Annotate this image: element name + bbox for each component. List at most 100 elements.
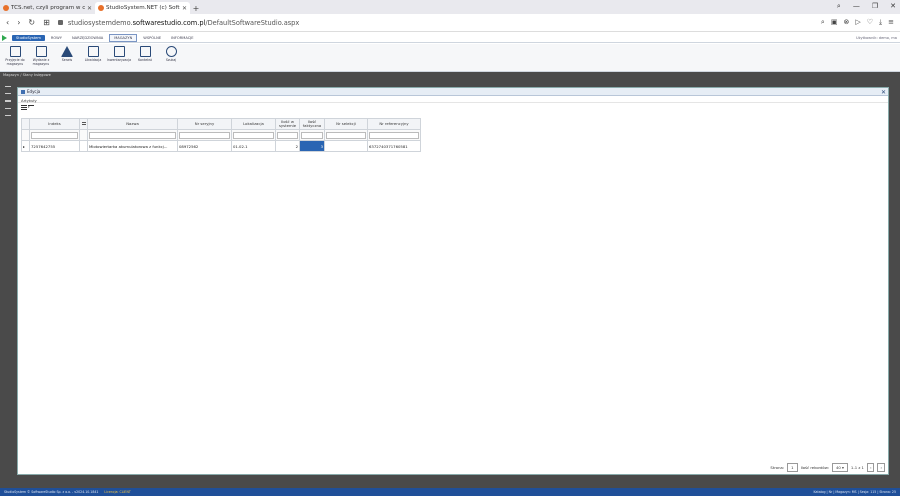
cell-name[interactable]: Mlotowiertarka akumulatorowa z funkcj... [87, 140, 178, 152]
cell-qty-actual[interactable]: 3 [299, 140, 325, 152]
column-header-qty-system[interactable]: Ilość w systemie [275, 118, 300, 130]
next-page-button[interactable]: › [877, 463, 885, 472]
cell-serial[interactable]: 08972562 [177, 140, 232, 152]
cell-index[interactable]: 7257642755 [29, 140, 80, 152]
back-icon[interactable]: ‹ [6, 18, 9, 27]
filter-cell [21, 129, 30, 141]
row-handle-header [21, 118, 30, 130]
page-input[interactable]: 1 [787, 463, 798, 472]
user-info: Użytkownik: demo, ma [855, 36, 897, 40]
modal-header: Edycja [18, 88, 888, 96]
filter-row [21, 129, 421, 141]
service-button[interactable]: Serwis [56, 46, 78, 69]
per-page-select[interactable]: 40 ▾ [831, 463, 848, 472]
column-header-reference[interactable]: Nr referencyjny [367, 118, 421, 130]
column-header-index[interactable]: Indeks [29, 118, 80, 130]
modal-title: Edycja [27, 89, 41, 94]
filter-name[interactable] [87, 129, 178, 141]
cell-qty-system[interactable]: 2 [275, 140, 300, 152]
browser-tab-tcs[interactable]: TCS.net, czyli program w c... ✕ [0, 2, 95, 14]
license-status: Licencja: CLIENT [104, 490, 131, 494]
tab-informacje[interactable]: INFORMACJE [167, 35, 197, 41]
url-path: /DefaultSoftwareStudio.aspx [205, 18, 300, 27]
prev-page-button[interactable]: ‹ [866, 463, 875, 472]
column-header-serial[interactable]: Nr seryjny [177, 118, 232, 130]
column-header-qty-actual[interactable]: Ilość faktyczna [299, 118, 325, 130]
liquidation-button[interactable]: Likwidacja [82, 46, 104, 69]
column-header-icon[interactable] [79, 118, 88, 130]
new-tab-button[interactable]: + [190, 2, 202, 14]
filter-index[interactable] [29, 129, 80, 141]
heart-icon[interactable]: ♡ [867, 18, 873, 27]
browser-tabbar: TCS.net, czyli program w c... ✕ StudioSy… [0, 0, 900, 14]
close-tab-icon[interactable]: ✕ [87, 5, 92, 12]
background-sidebar [0, 80, 16, 200]
send-icon[interactable]: ▷ [855, 18, 860, 27]
camera-icon[interactable]: ▣ [831, 18, 838, 27]
cell-icon [79, 140, 88, 152]
forward-icon[interactable]: › [17, 18, 20, 27]
delete-document-icon [87, 46, 99, 57]
favicon-icon [3, 5, 9, 11]
filter-qty-system[interactable] [275, 129, 300, 141]
column-header-selection[interactable]: Nr selekcji [324, 118, 368, 130]
status-bar: StudioSystem © SoftwareStudio Sp. z o.o.… [0, 488, 900, 496]
close-icon[interactable]: ✕ [881, 89, 886, 96]
url-prefix: studiosystemdemo. [67, 18, 133, 27]
search-icon[interactable]: ⌕ [821, 18, 825, 27]
close-tab-icon[interactable]: ✕ [182, 5, 187, 12]
reload-icon[interactable]: ↻ [28, 18, 35, 27]
filter-reference[interactable] [367, 129, 421, 141]
inventory-button[interactable]: Inwentaryzacja [107, 46, 131, 69]
close-window-icon[interactable]: ✕ [890, 2, 896, 11]
filter-serial[interactable] [177, 129, 232, 141]
grid-icon[interactable]: ⊞ [43, 18, 50, 27]
filter-selection[interactable] [324, 129, 368, 141]
table-row[interactable]: ▸ 7257642755 Mlotowiertarka akumulatorow… [21, 140, 421, 152]
shield-icon[interactable]: ⊗ [843, 18, 849, 27]
menu-icon[interactable]: ≡ [888, 18, 894, 27]
grid-menu-button[interactable]: ▾ [21, 105, 34, 111]
list-icon [81, 122, 86, 125]
filter-location[interactable] [231, 129, 276, 141]
tab-narzedziownia[interactable]: NARZĘDZIOWNIA [68, 35, 107, 41]
browser-tab-studiosystem[interactable]: StudioSystem.NET (c) Soft... ✕ [95, 2, 190, 14]
column-header-location[interactable]: Lokalizacja [231, 118, 276, 130]
filter-cell [79, 129, 88, 141]
cell-selection[interactable] [324, 140, 368, 152]
window-icon [21, 89, 25, 94]
tab-magazyn[interactable]: MAGAZYN [109, 33, 138, 42]
row-handle[interactable]: ▸ [21, 140, 30, 152]
issue-button[interactable]: Wydanie z magazynu [30, 46, 52, 69]
lock-icon [57, 20, 63, 25]
ribbon-toolbar: Przyjęcie do magazynu Wydanie z magazynu… [0, 44, 900, 72]
download-icon[interactable]: ⤓ [879, 18, 882, 27]
tab-wspolne[interactable]: WSPÓLNE [139, 35, 165, 41]
edit-modal: Edycja ✕ Artykuły ▾ Indeks Nazwa Nr sery… [17, 87, 889, 475]
tab-rowy[interactable]: ROWY [47, 35, 66, 41]
browser-toolbar: ⌕ ▣ ⊗ ▷ ♡ ⤓ ≡ [821, 18, 894, 27]
document-icon [35, 46, 47, 57]
cell-reference[interactable]: 6372740371760581 [367, 140, 421, 152]
url-host: softwarestudio.com.pl [132, 18, 206, 27]
restore-icon[interactable]: ❐ [872, 2, 878, 11]
context-button[interactable]: Kontekst [134, 46, 156, 69]
record-range: 1-1 z 1 [850, 465, 864, 470]
warning-icon [61, 46, 73, 57]
status-left: StudioSystem © SoftwareStudio Sp. z o.o.… [4, 490, 99, 494]
tab-studiosystem[interactable]: StudioSystem [12, 34, 45, 41]
cell-location[interactable]: 01.02.1 [231, 140, 276, 152]
play-icon[interactable] [2, 34, 7, 41]
search-icon[interactable]: ⌕ [837, 2, 841, 11]
breadcrumb: Magazyn / Stany księgowe [3, 73, 51, 77]
receive-button[interactable]: Przyjęcie do magazynu [4, 46, 26, 69]
minimize-icon[interactable]: — [853, 2, 860, 11]
tab-title: StudioSystem.NET (c) Soft... [106, 5, 180, 11]
tab-title: TCS.net, czyli program w c... [11, 5, 85, 11]
url-field[interactable]: studiosystemdemo.softwarestudio.com.pl/D… [57, 18, 813, 27]
column-header-name[interactable]: Nazwa [87, 118, 178, 130]
header-row: Indeks Nazwa Nr seryjny Lokalizacja Iloś… [21, 118, 421, 130]
search-button[interactable]: Szukaj [160, 46, 182, 69]
filter-qty-actual[interactable] [299, 129, 325, 141]
edit-icon [113, 46, 125, 57]
